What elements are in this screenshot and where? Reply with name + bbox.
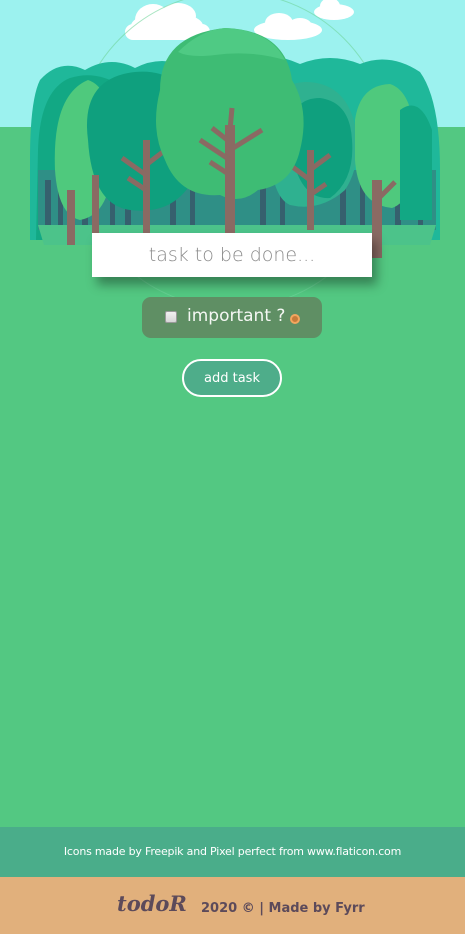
important-checkbox[interactable] (165, 311, 177, 323)
important-toggle[interactable]: important ? (142, 297, 322, 338)
footer-credits: Icons made by Freepik and Pixel perfect … (0, 827, 465, 877)
brand-logo: todoR (117, 891, 187, 916)
important-label: important ? (187, 306, 286, 326)
footer-bottom: todoR 2020 © | Made by Fyrr (0, 877, 465, 934)
add-task-button[interactable]: add task (182, 359, 282, 397)
copyright-text: 2020 © | Made by Fyrr (201, 901, 365, 916)
radio-dot-icon (290, 314, 300, 324)
task-input[interactable] (92, 233, 372, 277)
